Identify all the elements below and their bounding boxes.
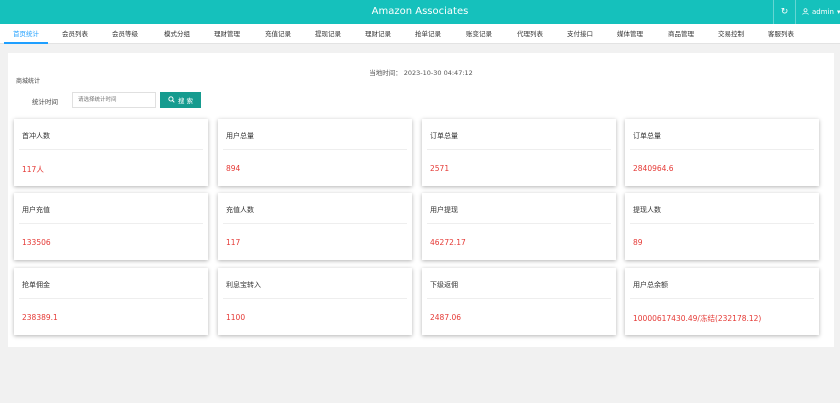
stat-card-user-withdraw: 用户提现 46272.17 bbox=[422, 193, 616, 260]
card-value: 10000617430.49/冻结(232178.12) bbox=[633, 314, 762, 323]
search-button-label: 搜 索 bbox=[177, 97, 194, 105]
tab-recharge-records[interactable]: 充值记录 bbox=[256, 24, 300, 44]
card-value: 2571 bbox=[430, 164, 450, 173]
tab-media-manage[interactable]: 媒体管理 bbox=[608, 24, 652, 44]
card-title: 抢单佣金 bbox=[22, 281, 50, 289]
card-value: 117 bbox=[226, 238, 241, 247]
tab-agent-list[interactable]: 代理列表 bbox=[508, 24, 552, 44]
tab-mode-group[interactable]: 模式分组 bbox=[155, 24, 199, 44]
card-title: 用户充值 bbox=[22, 206, 50, 214]
card-divider bbox=[427, 223, 611, 224]
card-divider bbox=[19, 149, 203, 150]
card-divider bbox=[223, 149, 407, 150]
card-value: 117人 bbox=[22, 165, 44, 174]
username: admin bbox=[812, 8, 834, 16]
card-value: 238389.1 bbox=[22, 313, 58, 322]
current-time: 当地时间： 2023-10-30 04:47:12 bbox=[369, 69, 473, 77]
stat-card-total-users: 用户总量 894 bbox=[218, 119, 412, 186]
tab-trade-control[interactable]: 交易控制 bbox=[709, 24, 753, 44]
stat-card-order-commission: 抢单佣金 238389.1 bbox=[14, 268, 208, 335]
card-divider bbox=[223, 223, 407, 224]
card-divider bbox=[19, 298, 203, 299]
card-title: 首冲人数 bbox=[22, 132, 50, 140]
tab-service-list[interactable]: 客服列表 bbox=[759, 24, 803, 44]
stat-card-total-balance: 用户总余额 10000617430.49/冻结(232178.12) bbox=[625, 268, 819, 335]
stat-card-withdraw-count: 提现人数 89 bbox=[625, 193, 819, 260]
stat-time-input[interactable] bbox=[72, 92, 156, 108]
stat-card-sub-commission: 下级返佣 2487.06 bbox=[422, 268, 616, 335]
card-divider bbox=[223, 298, 407, 299]
tab-home-stats[interactable]: 首页统计 bbox=[4, 24, 48, 44]
card-title: 提现人数 bbox=[633, 206, 661, 214]
card-title: 订单总量 bbox=[633, 132, 661, 140]
tab-balance-records[interactable]: 账变记录 bbox=[457, 24, 501, 44]
card-value: 89 bbox=[633, 238, 643, 247]
user-icon bbox=[802, 7, 809, 17]
tab-finance-records[interactable]: 理财记录 bbox=[356, 24, 400, 44]
tab-finance-manage[interactable]: 理财管理 bbox=[205, 24, 249, 44]
top-bar: Amazon Associates ↻ admin ▾ bbox=[0, 0, 840, 24]
tab-bar: 首页统计 会员列表 会员等级 模式分组 理财管理 充值记录 提现记录 理财记录 … bbox=[0, 24, 840, 44]
stat-card-user-recharge: 用户充值 133506 bbox=[14, 193, 208, 260]
tab-withdraw-records[interactable]: 提现记录 bbox=[306, 24, 350, 44]
user-menu[interactable]: admin ▾ bbox=[795, 0, 840, 24]
refresh-icon: ↻ bbox=[780, 7, 789, 17]
section-title: 商城统计 bbox=[16, 78, 41, 85]
stat-card-order-amount: 订单总量 2840964.6 bbox=[625, 119, 819, 186]
card-divider bbox=[630, 298, 814, 299]
search-button[interactable]: 搜 索 bbox=[160, 92, 201, 108]
card-value: 46272.17 bbox=[430, 238, 466, 247]
stat-card-first-recharge: 首冲人数 117人 bbox=[14, 119, 208, 186]
tab-member-list[interactable]: 会员列表 bbox=[53, 24, 97, 44]
card-value: 2840964.6 bbox=[633, 164, 674, 173]
card-value: 2487.06 bbox=[430, 313, 462, 322]
card-divider bbox=[19, 223, 203, 224]
card-value: 1100 bbox=[226, 313, 246, 322]
card-value: 894 bbox=[226, 164, 241, 173]
card-title: 用户总量 bbox=[226, 132, 254, 140]
tab-payment-api[interactable]: 支付接口 bbox=[558, 24, 602, 44]
filter-label: 统计时间 bbox=[32, 98, 58, 106]
tab-order-records[interactable]: 抢单记录 bbox=[406, 24, 450, 44]
stat-card-recharge-count: 充值人数 117 bbox=[218, 193, 412, 260]
stat-card-interest-transfer: 利息宝转入 1100 bbox=[218, 268, 412, 335]
card-divider bbox=[427, 149, 611, 150]
card-divider bbox=[427, 298, 611, 299]
tab-member-level[interactable]: 会员等级 bbox=[103, 24, 147, 44]
card-value: 133506 bbox=[22, 238, 51, 247]
refresh-button[interactable]: ↻ bbox=[773, 0, 795, 24]
tab-product-manage[interactable]: 商品管理 bbox=[659, 24, 703, 44]
card-title: 利息宝转入 bbox=[226, 281, 261, 289]
app-title: Amazon Associates bbox=[371, 6, 469, 17]
card-title: 下级返佣 bbox=[430, 281, 458, 289]
card-divider bbox=[630, 149, 814, 150]
search-icon bbox=[168, 95, 175, 105]
stat-card-total-orders: 订单总量 2571 bbox=[422, 119, 616, 186]
top-right-controls: ↻ admin ▾ bbox=[773, 0, 840, 24]
card-title: 订单总量 bbox=[430, 132, 458, 140]
card-divider bbox=[630, 223, 814, 224]
card-title: 充值人数 bbox=[226, 206, 254, 214]
card-title: 用户提现 bbox=[430, 206, 458, 214]
card-title: 用户总余额 bbox=[633, 281, 668, 289]
stats-panel: 当地时间： 2023-10-30 04:47:12 商城统计 统计时间 搜 索 … bbox=[8, 53, 834, 347]
